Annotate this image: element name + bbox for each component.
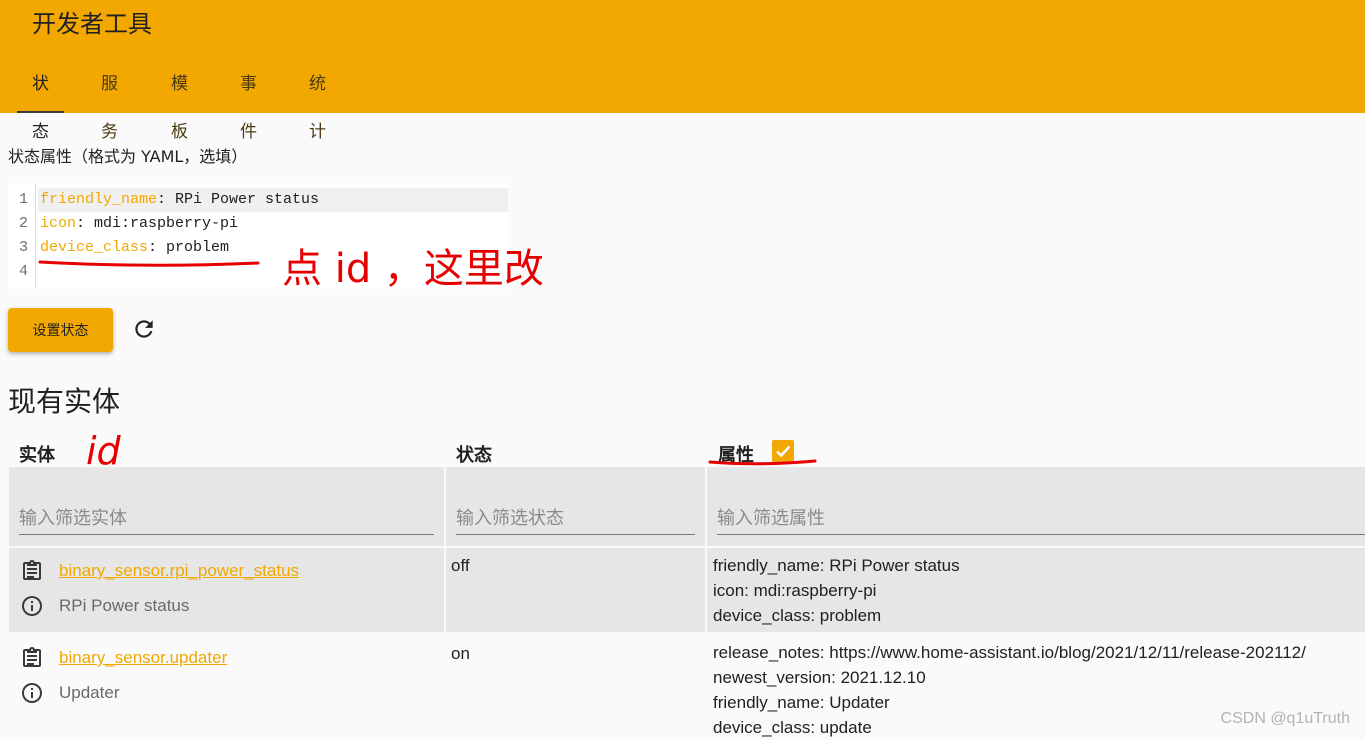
- tab-statistics[interactable]: 统计: [309, 60, 326, 142]
- check-icon: [776, 445, 791, 458]
- info-icon[interactable]: [20, 594, 44, 618]
- attribute-line: release_notes: https://www.home-assistan…: [713, 643, 1306, 662]
- entity-attributes: friendly_name: RPi Power status icon: md…: [713, 553, 960, 628]
- entity-filter-input[interactable]: [19, 503, 434, 535]
- attribute-line: newest_version: 2021.12.10: [713, 668, 926, 687]
- attributes-filter-input[interactable]: [717, 503, 1365, 535]
- yaml-value: : problem: [148, 239, 230, 256]
- attribute-line: icon: mdi:raspberry-pi: [713, 581, 877, 600]
- code-line[interactable]: device_class: problem: [38, 236, 508, 260]
- code-line[interactable]: [38, 260, 508, 284]
- attribute-line: device_class: problem: [713, 606, 882, 625]
- clipboard-icon[interactable]: [20, 559, 44, 583]
- entity-state: off: [451, 556, 470, 575]
- refresh-icon[interactable]: [131, 316, 157, 342]
- attribute-line: friendly_name: RPi Power status: [713, 556, 960, 575]
- code-line[interactable]: friendly_name: RPi Power status: [38, 188, 508, 212]
- info-icon[interactable]: [20, 681, 44, 705]
- line-number: 4: [18, 263, 28, 280]
- yaml-value: : mdi:raspberry-pi: [76, 215, 239, 232]
- line-number: 2: [18, 215, 28, 232]
- tab-states[interactable]: 状态: [17, 60, 64, 142]
- clipboard-icon[interactable]: [20, 646, 44, 670]
- state-filter-input[interactable]: [456, 503, 695, 535]
- entity-id-link[interactable]: binary_sensor.rpi_power_status: [59, 561, 299, 581]
- cell-divider: [444, 548, 446, 632]
- column-header-entity[interactable]: 实体: [19, 441, 55, 467]
- table-row: binary_sensor.rpi_power_status RPi Power…: [9, 548, 1365, 632]
- entity-state: on: [451, 644, 470, 663]
- entity-attributes: release_notes: https://www.home-assistan…: [713, 640, 1306, 740]
- column-header-state[interactable]: 状态: [456, 441, 492, 467]
- attributes-checkbox[interactable]: [772, 440, 794, 462]
- watermark: CSDN @q1uTruth: [1220, 710, 1350, 727]
- tab-template[interactable]: 模板: [171, 60, 188, 142]
- cell-divider: [705, 548, 707, 632]
- code-area[interactable]: friendly_name: RPi Power status icon: md…: [38, 188, 508, 284]
- attributes-label: 状态属性（格式为 YAML，选填）: [8, 147, 248, 166]
- column-header-attributes[interactable]: 属性: [718, 441, 754, 467]
- attribute-line: friendly_name: Updater: [713, 693, 890, 712]
- attributes-filter-cell: [707, 467, 1365, 546]
- set-state-button[interactable]: 设置状态: [8, 308, 113, 352]
- yaml-key: icon: [40, 215, 77, 232]
- app-header: 开发者工具 状态 服务 模板 事件 统计: [0, 0, 1365, 142]
- yaml-editor[interactable]: 1 2 3 4 friendly_name: RPi Power status …: [8, 183, 508, 289]
- line-number: 1: [18, 191, 28, 208]
- yaml-value: : RPi Power status: [157, 191, 320, 208]
- section-title: 现有实体: [8, 385, 121, 418]
- yaml-key: device_class: [40, 239, 149, 256]
- tab-services[interactable]: 服务: [101, 60, 118, 142]
- yaml-key: friendly_name: [40, 191, 158, 208]
- page-title: 开发者工具: [32, 10, 152, 38]
- line-number: 3: [18, 239, 28, 256]
- attribute-line: device_class: update: [713, 718, 872, 737]
- gutter-divider: [35, 183, 36, 289]
- entity-id-link[interactable]: binary_sensor.updater: [59, 648, 227, 668]
- entity-filter-cell: [9, 467, 444, 546]
- state-filter-cell: [446, 467, 705, 546]
- entity-friendly-name: Updater: [59, 683, 120, 702]
- line-number-gutter: 1 2 3 4: [8, 188, 36, 284]
- tab-events[interactable]: 事件: [240, 60, 257, 142]
- table-row: binary_sensor.updater Updater on release…: [9, 634, 1365, 740]
- entity-friendly-name: RPi Power status: [59, 596, 190, 615]
- code-line[interactable]: icon: mdi:raspberry-pi: [38, 212, 508, 236]
